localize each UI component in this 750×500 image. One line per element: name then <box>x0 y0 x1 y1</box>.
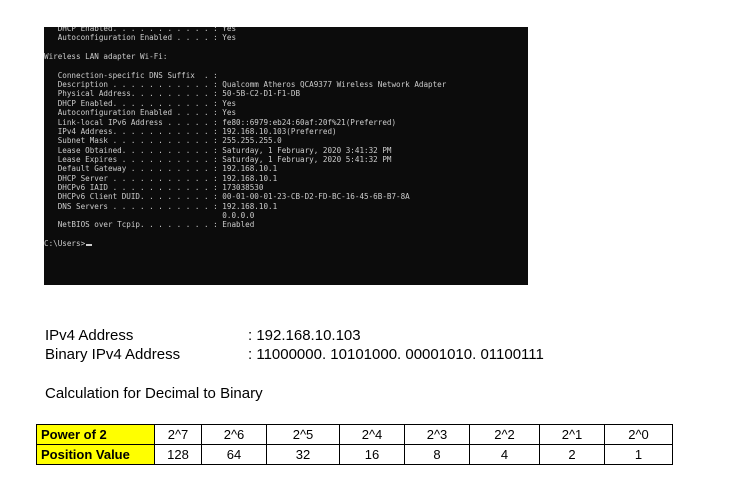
value-cell: 2 <box>539 444 605 465</box>
power-cell: 2^7 <box>154 424 202 445</box>
terminal-line: DHCPv6 Client DUID. . . . . . . . : 00-0… <box>44 192 410 202</box>
terminal-line: Description . . . . . . . . . . . : Qual… <box>44 80 447 90</box>
terminal-line: Subnet Mask . . . . . . . . . . . : 255.… <box>44 136 282 146</box>
power-of-two-table: Power of 2 2^7 2^6 2^5 2^4 2^3 2^2 2^1 2… <box>36 424 673 465</box>
power-cell: 2^4 <box>339 424 405 445</box>
value-cell: 4 <box>469 444 540 465</box>
terminal-line: Default Gateway . . . . . . . . . : 192.… <box>44 164 278 174</box>
power-cell: 2^6 <box>201 424 267 445</box>
terminal-line: Lease Obtained. . . . . . . . . . : Satu… <box>44 145 392 155</box>
terminal-line: DHCPv6 IAID . . . . . . . . . . . : 1730… <box>44 182 264 192</box>
terminal-line: Connection-specific DNS Suffix . : <box>44 70 218 80</box>
terminal-line: DNS Servers . . . . . . . . . . . : 192.… <box>44 201 278 211</box>
position-value-row: Position Value 128 64 32 16 8 4 2 1 <box>36 444 673 465</box>
value-cell: 32 <box>266 444 340 465</box>
position-value-header: Position Value <box>36 444 155 465</box>
terminal-cursor <box>86 244 93 247</box>
power-cell: 2^1 <box>539 424 605 445</box>
terminal-window[interactable]: DHCP Enabled. . . . . . . . . . . : Yes … <box>44 27 528 285</box>
binary-ipv4-label: Binary IPv4 Address <box>45 346 181 363</box>
power-cell: 2^3 <box>404 424 470 445</box>
terminal-line: Link-local IPv6 Address . . . . . : fe80… <box>44 117 397 127</box>
terminal-line: Autoconfiguration Enabled . . . . : Yes <box>44 108 237 118</box>
value-cell: 8 <box>404 444 470 465</box>
terminal-line: DHCP Server . . . . . . . . . . . : 192.… <box>44 173 278 183</box>
terminal-line: Wireless LAN adapter Wi-Fi: <box>44 52 168 62</box>
terminal-line: 0.0.0.0 <box>44 211 255 220</box>
value-cell: 16 <box>339 444 405 465</box>
binary-ipv4-value: : 11000000. 10101000. 00001010. 01100111 <box>248 346 544 363</box>
power-cell: 2^5 <box>266 424 340 445</box>
terminal-line: C:\Users> <box>44 239 93 249</box>
terminal-line: DHCP Enabled. . . . . . . . . . . : Yes <box>44 98 237 108</box>
terminal-line: NetBIOS over Tcpip. . . . . . . . : Enab… <box>44 220 255 230</box>
value-cell: 64 <box>201 444 267 465</box>
power-row: Power of 2 2^7 2^6 2^5 2^4 2^3 2^2 2^1 2… <box>36 424 673 445</box>
ipv4-address-value: : 192.168.10.103 <box>248 327 361 344</box>
value-cell: 128 <box>154 444 202 465</box>
terminal-line: Autoconfiguration Enabled . . . . : Yes <box>44 33 237 43</box>
power-cell: 2^0 <box>604 424 673 445</box>
terminal-line: IPv4 Address. . . . . . . . . . . : 192.… <box>44 126 337 136</box>
value-cell: 1 <box>604 444 673 465</box>
terminal-line: Lease Expires . . . . . . . . . . : Satu… <box>44 154 392 164</box>
calculation-title: Calculation for Decimal to Binary <box>45 385 263 402</box>
ipv4-address-label: IPv4 Address <box>45 327 134 344</box>
power-cell: 2^2 <box>469 424 540 445</box>
power-of-2-header: Power of 2 <box>36 424 155 445</box>
terminal-line: Physical Address. . . . . . . . . : 50-5… <box>44 89 301 99</box>
